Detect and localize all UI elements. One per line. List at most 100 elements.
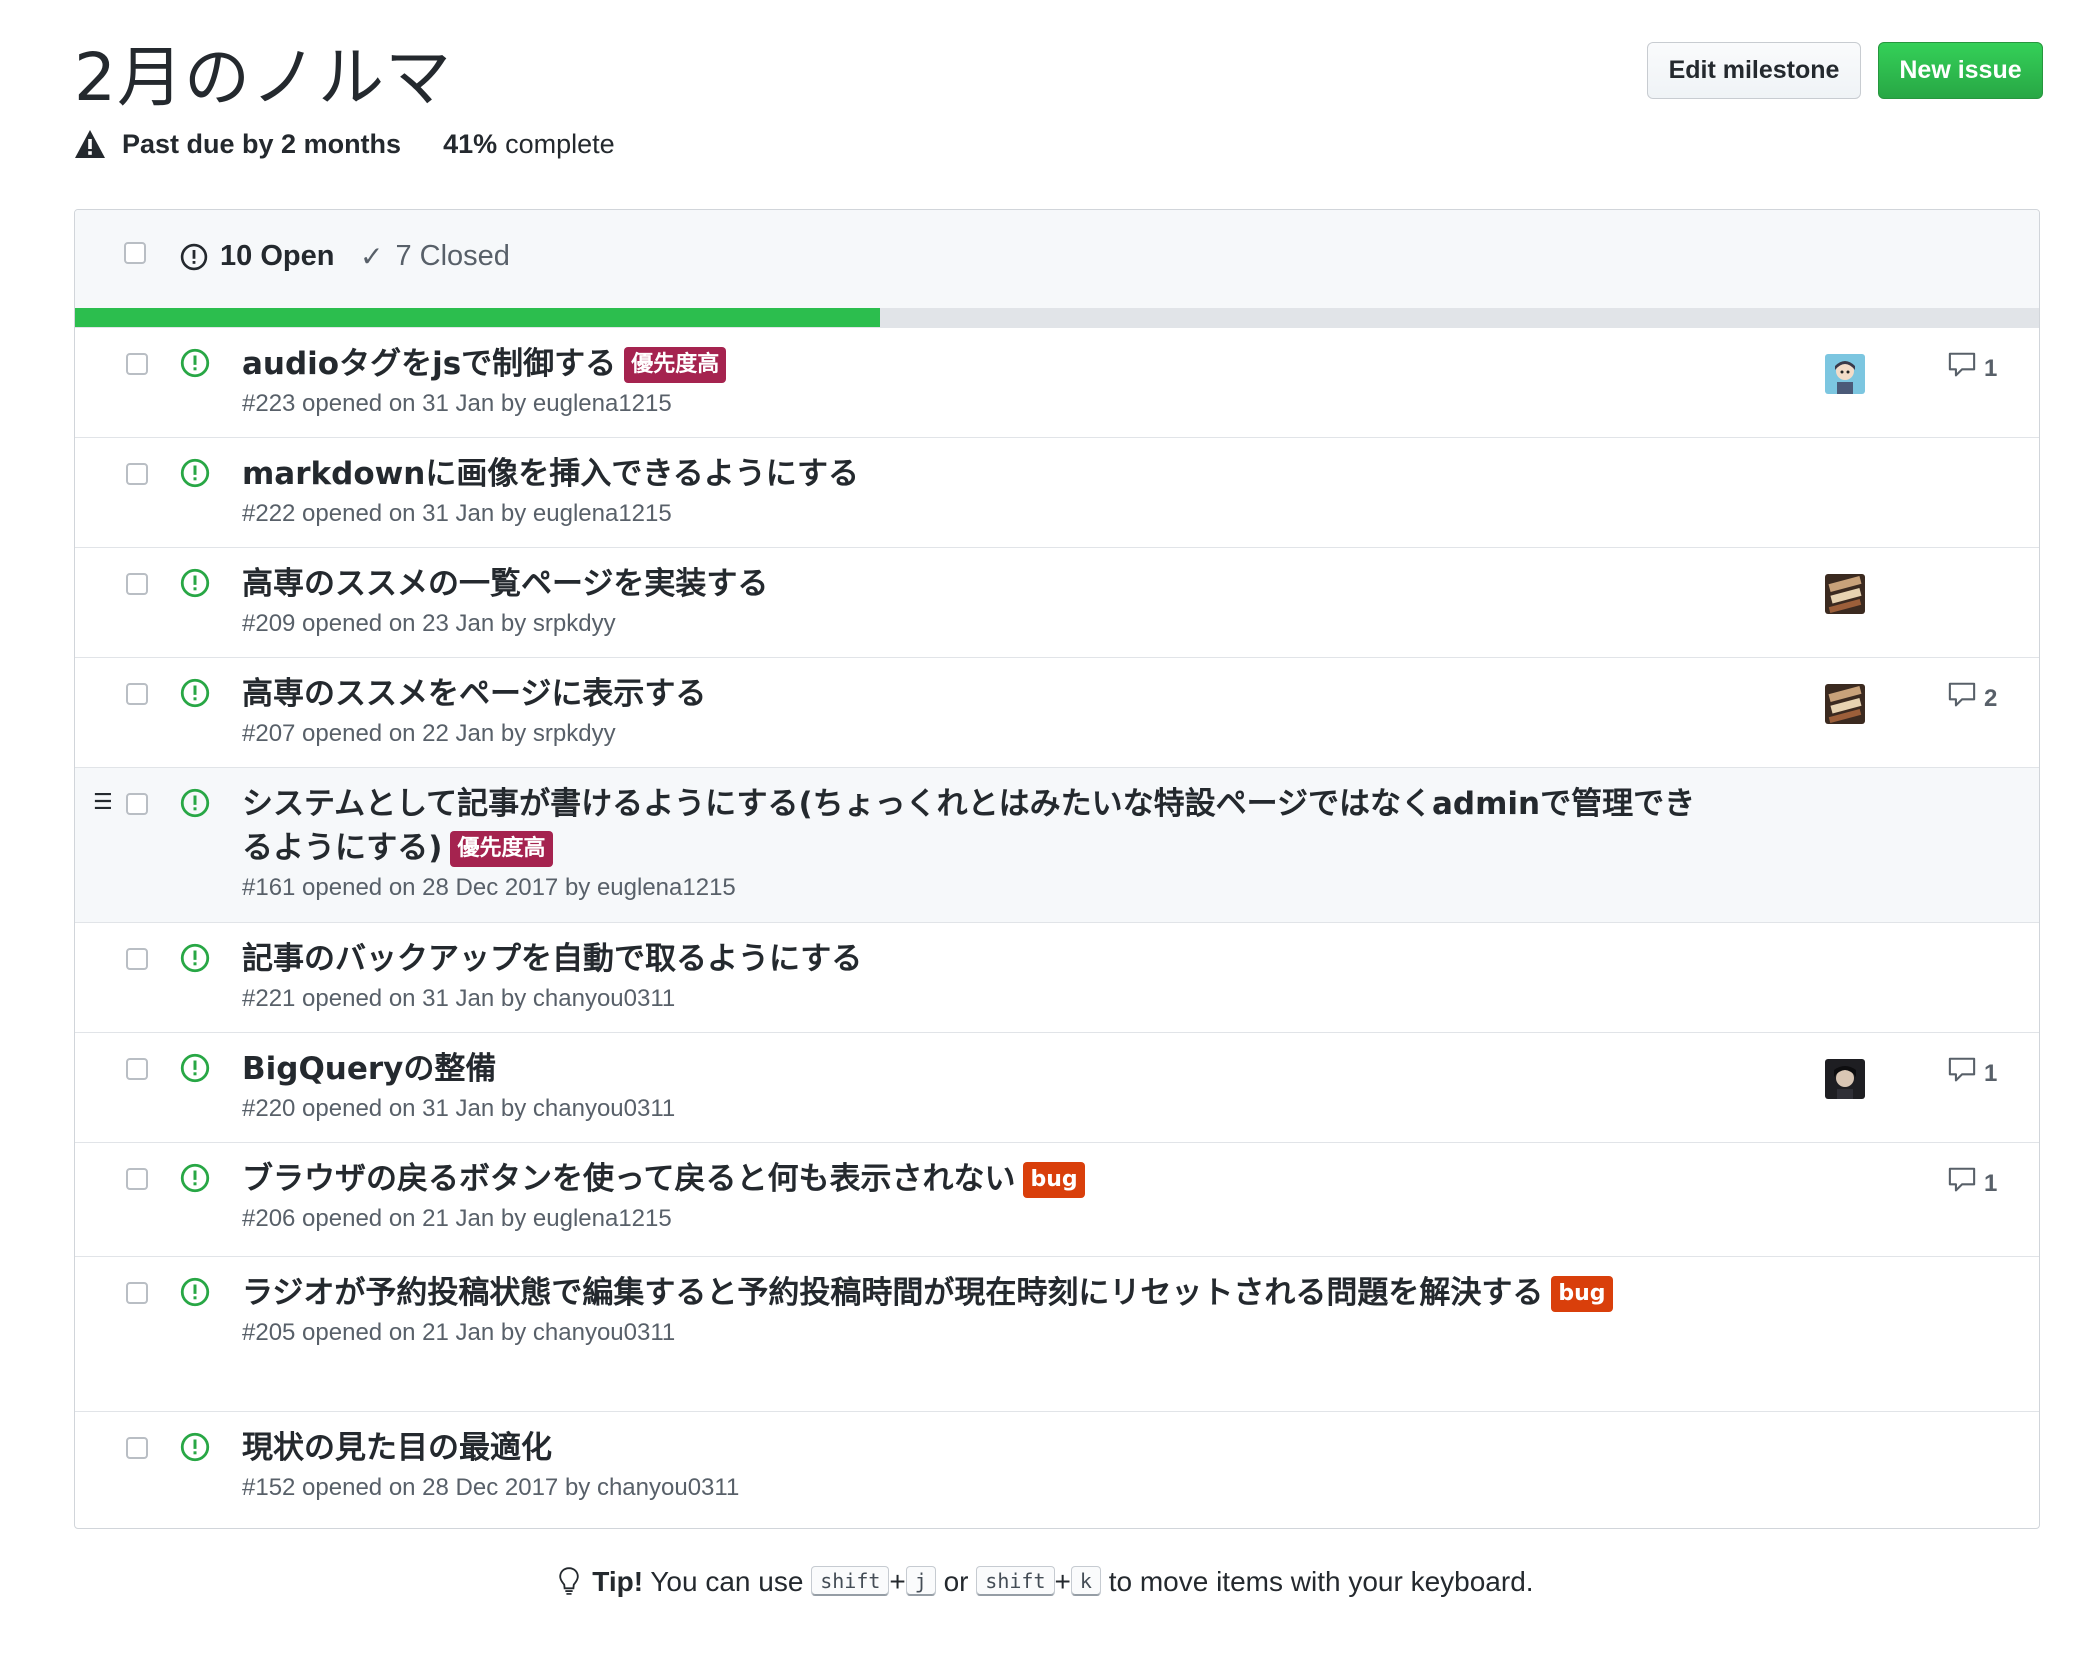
comment-count[interactable]: 1 bbox=[1948, 352, 1997, 385]
issue-checkbox[interactable] bbox=[126, 1437, 148, 1459]
issue-checkbox[interactable] bbox=[126, 683, 148, 705]
alert-icon bbox=[75, 130, 105, 158]
issue-row[interactable]: 高専のススメをページに表示する #207 opened on 22 Jan by … bbox=[75, 657, 2039, 767]
issue-opened-icon bbox=[180, 568, 210, 602]
plus-sign: + bbox=[1054, 1566, 1071, 1597]
comment-count[interactable]: 1 bbox=[1948, 1167, 1997, 1200]
assignee-avatar[interactable] bbox=[1825, 574, 1865, 614]
issue-title-link[interactable]: 現状の見た目の最適化 bbox=[242, 1430, 552, 1466]
issue-opened-icon bbox=[180, 243, 208, 270]
issue-meta: #223 opened on 31 Jan by euglena1215 bbox=[242, 390, 672, 417]
issue-title-link[interactable]: BigQueryの整備 bbox=[242, 1051, 496, 1087]
issue-content: BigQueryの整備 #220 opened on 31 Jan by chan… bbox=[242, 1047, 1702, 1123]
issue-opened-icon bbox=[180, 1432, 210, 1466]
closed-filter[interactable]: ✓ 7 Closed bbox=[360, 240, 510, 273]
comment-count-value: 1 bbox=[1984, 354, 1998, 382]
issue-row[interactable]: ☰ システムとして記事が書けるようにする(ちょっくれとはみたいな特設ページではなく… bbox=[75, 767, 2039, 922]
issue-content: audioタグをjsで制御する 優先度高 #223 opened on 31 Jan… bbox=[242, 342, 1702, 418]
issue-title-link[interactable]: ブラウザの戻るボタンを使って戻ると何も表示されない bbox=[242, 1161, 1015, 1197]
issue-meta: #207 opened on 22 Jan by srpkdyy bbox=[242, 720, 616, 747]
issue-opened-icon bbox=[180, 788, 210, 822]
check-icon: ✓ bbox=[360, 241, 384, 272]
shift-key: shift bbox=[811, 1566, 890, 1596]
issue-content: 記事のバックアップを自動で取るようにする #221 opened on 31 Ja… bbox=[242, 937, 1702, 1013]
issue-checkbox[interactable] bbox=[126, 793, 148, 815]
due-status: Past due by 2 months bbox=[122, 128, 402, 159]
issue-content: 現状の見た目の最適化 #152 opened on 28 Dec 2017 by … bbox=[242, 1426, 1702, 1502]
issue-row[interactable]: 現状の見た目の最適化 #152 opened on 28 Dec 2017 by … bbox=[75, 1411, 2039, 1521]
issues-header: 10 Open ✓ 7 Closed bbox=[75, 210, 2039, 308]
issues-box: 10 Open ✓ 7 Closed audioタグをjsで制御する 優先度高 #2… bbox=[74, 209, 2040, 1529]
issue-label[interactable]: bug bbox=[1023, 1162, 1085, 1198]
issue-row[interactable]: 記事のバックアップを自動で取るようにする #221 opened on 31 Ja… bbox=[75, 922, 2039, 1032]
issue-label[interactable]: 優先度高 bbox=[450, 831, 553, 867]
complete-label: complete bbox=[505, 128, 615, 159]
open-count-label: 10 Open bbox=[220, 240, 335, 272]
issue-opened-icon bbox=[180, 348, 210, 382]
k-key: k bbox=[1070, 1566, 1101, 1596]
issue-opened-icon bbox=[180, 1163, 210, 1197]
issue-meta: #205 opened on 21 Jan by chanyou0311 bbox=[242, 1319, 676, 1346]
issue-checkbox[interactable] bbox=[126, 1168, 148, 1190]
issue-meta: #152 opened on 28 Dec 2017 by chanyou031… bbox=[242, 1474, 740, 1501]
issue-row[interactable]: ラジオが予約投稿状態で編集すると予約投稿時間が現在時刻にリセットされる問題を解決… bbox=[75, 1256, 2039, 1411]
issue-meta: #221 opened on 31 Jan by chanyou0311 bbox=[242, 985, 676, 1012]
issue-label[interactable]: bug bbox=[1551, 1276, 1613, 1312]
issue-opened-icon bbox=[180, 1277, 210, 1311]
issue-content: markdownに画像を挿入できるようにする #222 opened on 31 … bbox=[242, 452, 1702, 528]
issue-title-link[interactable]: ラジオが予約投稿状態で編集すると予約投稿時間が現在時刻にリセットされる問題を解決… bbox=[242, 1275, 1543, 1311]
issue-list: audioタグをjsで制御する 優先度高 #223 opened on 31 Jan… bbox=[75, 327, 2039, 1521]
issue-title-line: システムとして記事が書けるようにする(ちょっくれとはみたいな特設ページではなくa… bbox=[242, 782, 1702, 870]
issue-checkbox[interactable] bbox=[126, 463, 148, 485]
issue-opened-icon bbox=[180, 678, 210, 712]
issue-label[interactable]: 優先度高 bbox=[624, 347, 727, 383]
issue-title-link[interactable]: 高専のススメをページに表示する bbox=[242, 676, 706, 712]
issue-row[interactable]: audioタグをjsで制御する 優先度高 #223 opened on 31 Jan… bbox=[75, 327, 2039, 437]
tip-or: or bbox=[943, 1566, 969, 1597]
issue-checkbox[interactable] bbox=[126, 353, 148, 375]
milestone-meta: Past due by 2 months 41% complete bbox=[74, 128, 615, 160]
issue-opened-icon bbox=[180, 943, 210, 977]
issue-title-line: audioタグをjsで制御する 優先度高 bbox=[242, 342, 1702, 386]
issue-title-link[interactable]: audioタグをjsで制御する bbox=[242, 346, 616, 382]
issue-checkbox[interactable] bbox=[126, 573, 148, 595]
comment-count-value: 2 bbox=[1984, 684, 1998, 712]
edit-milestone-button[interactable]: Edit milestone bbox=[1647, 42, 1861, 99]
select-all-checkbox[interactable] bbox=[124, 242, 146, 264]
keyboard-tip: Tip! You can use shift + j or shift + k to m… bbox=[0, 1565, 2092, 1598]
light-bulb-icon bbox=[559, 1567, 580, 1595]
assignee-avatar[interactable] bbox=[1825, 684, 1865, 724]
milestone-title: 2月のノルマ bbox=[74, 39, 452, 116]
drag-handle-icon[interactable]: ☰ bbox=[93, 790, 113, 815]
issue-title-link[interactable]: markdownに画像を挿入できるようにする bbox=[242, 456, 859, 492]
comment-icon bbox=[1948, 682, 1984, 715]
plus-sign: + bbox=[889, 1566, 906, 1597]
comment-icon bbox=[1948, 352, 1984, 385]
issue-meta: #209 opened on 23 Jan by srpkdyy bbox=[242, 610, 616, 637]
comment-count[interactable]: 1 bbox=[1948, 1057, 1997, 1090]
issue-meta: #161 opened on 28 Dec 2017 by euglena121… bbox=[242, 874, 736, 901]
issue-title-line: 記事のバックアップを自動で取るようにする bbox=[242, 937, 1702, 981]
issue-checkbox[interactable] bbox=[126, 948, 148, 970]
assignee-avatar[interactable] bbox=[1825, 1059, 1865, 1099]
issue-title-link[interactable]: 記事のバックアップを自動で取るようにする bbox=[242, 941, 862, 977]
comment-count[interactable]: 2 bbox=[1948, 682, 1997, 715]
new-issue-button[interactable]: New issue bbox=[1878, 42, 2043, 99]
issue-title-line: 高専のススメの一覧ページを実装する bbox=[242, 562, 1702, 606]
tip-text-2: to move items with your keyboard. bbox=[1108, 1566, 1534, 1597]
issue-content: ラジオが予約投稿状態で編集すると予約投稿時間が現在時刻にリセットされる問題を解決… bbox=[242, 1271, 1702, 1347]
issue-row[interactable]: markdownに画像を挿入できるようにする #222 opened on 31 … bbox=[75, 437, 2039, 547]
issue-row[interactable]: 高専のススメの一覧ページを実装する #209 opened on 23 Jan b… bbox=[75, 547, 2039, 657]
issue-opened-icon bbox=[180, 458, 210, 492]
issue-checkbox[interactable] bbox=[126, 1282, 148, 1304]
milestone-progress-bar bbox=[75, 308, 2039, 327]
issue-row[interactable]: BigQueryの整備 #220 opened on 31 Jan by chan… bbox=[75, 1032, 2039, 1142]
issue-title-link[interactable]: 高専のススメの一覧ページを実装する bbox=[242, 566, 768, 602]
issue-opened-icon bbox=[180, 1053, 210, 1087]
issue-row[interactable]: ブラウザの戻るボタンを使って戻ると何も表示されない bug #206 opened … bbox=[75, 1142, 2039, 1256]
issue-checkbox[interactable] bbox=[126, 1058, 148, 1080]
issue-meta: #222 opened on 31 Jan by euglena1215 bbox=[242, 500, 672, 527]
open-filter[interactable]: 10 Open bbox=[180, 240, 334, 273]
assignee-avatar[interactable] bbox=[1825, 354, 1865, 394]
issue-content: 高専のススメの一覧ページを実装する #209 opened on 23 Jan b… bbox=[242, 562, 1702, 638]
